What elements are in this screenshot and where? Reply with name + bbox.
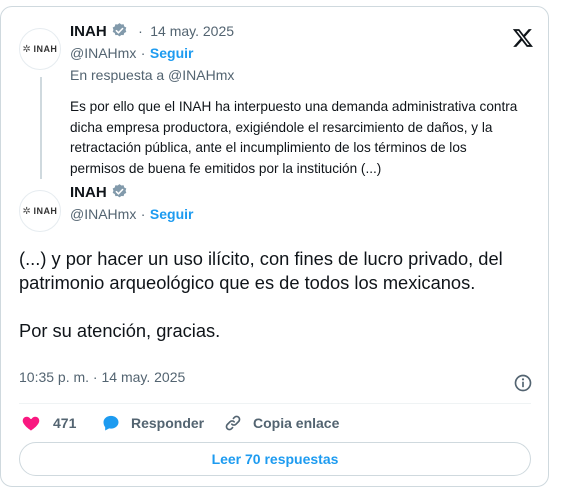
info-icon[interactable]	[513, 373, 533, 393]
tweet-text: (...) y por hacer un uso ilícito, con fi…	[19, 247, 529, 367]
author-name[interactable]: INAH	[70, 23, 107, 40]
tweet-paragraph: (...) y por hacer un uso ilícito, con fi…	[19, 248, 503, 293]
handle-separator: ·	[140, 206, 146, 222]
follow-link[interactable]: Seguir	[150, 45, 194, 61]
inah-logo: ✲ INAH	[22, 43, 58, 55]
author-name[interactable]: INAH	[70, 184, 107, 201]
avatar[interactable]: ✲ INAH	[19, 28, 61, 70]
inah-logo: ✲ INAH	[22, 205, 58, 217]
author-handle[interactable]: @INAHmx	[70, 206, 136, 222]
inah-emblem-icon: ✲	[22, 205, 32, 217]
main-author-row: INAH	[70, 183, 128, 202]
like-button[interactable]: 471	[21, 413, 76, 433]
in-reply-to[interactable]: En respuesta a @INAHmx	[70, 67, 234, 83]
copy-link-label: Copia enlace	[253, 415, 340, 431]
x-logo-icon[interactable]	[512, 27, 534, 49]
heart-icon	[22, 416, 40, 431]
main-handle-row: @INAHmx · Seguir	[70, 206, 193, 224]
follow-link[interactable]: Seguir	[150, 206, 194, 222]
like-count: 471	[53, 415, 77, 431]
date-separator: ·	[138, 23, 143, 39]
reply-bubble-icon	[103, 415, 119, 431]
link-icon	[225, 415, 241, 431]
read-replies-button[interactable]: Leer 70 respuestas	[19, 442, 531, 476]
divider	[19, 403, 531, 404]
verified-badge-icon	[112, 184, 126, 198]
copy-link-button[interactable]: Copia enlace	[223, 413, 339, 433]
thread-line	[40, 77, 42, 179]
tweet-paragraph: Por su atención, gracias.	[19, 320, 221, 341]
reply-label: Responder	[131, 415, 205, 431]
avatar[interactable]: ✲ INAH	[19, 190, 61, 232]
reply-tweet-text: Es por ello que el INAH ha interpuesto u…	[70, 99, 518, 176]
handle-separator: ·	[140, 45, 146, 61]
embedded-tweet-card: ✲ INAH INAH · 14 may. 2025 @INAHmx · Seg…	[0, 6, 549, 487]
reply-button[interactable]: Responder	[101, 413, 204, 433]
tweet-date[interactable]: 14 may. 2025	[150, 23, 234, 39]
tweet-timestamp[interactable]: 10:35 p. m. · 14 may. 2025	[19, 369, 185, 385]
reply-author-row: INAH · 14 may. 2025	[70, 22, 234, 41]
author-handle[interactable]: @INAHmx	[70, 45, 136, 61]
verified-badge-icon	[112, 23, 126, 37]
reply-handle-row: @INAHmx · Seguir	[70, 45, 193, 63]
inah-emblem-icon: ✲	[22, 43, 32, 55]
